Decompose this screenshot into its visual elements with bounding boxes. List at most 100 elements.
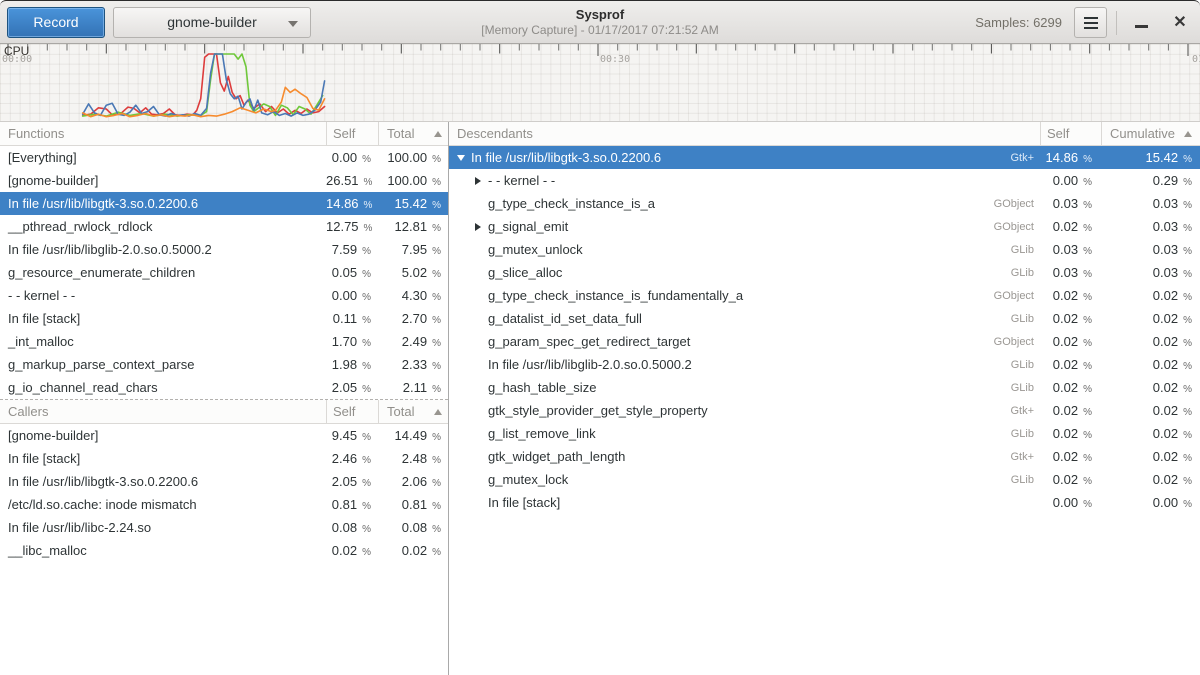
self-value: 0.02 % (1040, 219, 1101, 234)
descendant-name-cell: gtk_widget_path_length Gtk+ (449, 449, 1040, 464)
descendant-name: In file /usr/lib/libglib-2.0.so.0.5000.2 (488, 357, 692, 372)
table-row[interactable]: In file /usr/lib/libglib-2.0.so.0.5000.2… (449, 353, 1200, 376)
table-row[interactable]: In file [stack]0.11 %2.70 % (0, 307, 448, 330)
table-row[interactable]: [gnome-builder]9.45 %14.49 % (0, 424, 448, 447)
sort-arrow-icon (1184, 131, 1192, 137)
self-value: 0.03 % (1040, 265, 1101, 280)
function-name-cell: [Everything] (0, 150, 326, 165)
descendants-table: In file /usr/lib/libgtk-3.so.0.2200.6 Gtk… (449, 146, 1200, 514)
self-column-header[interactable]: Self (1040, 122, 1101, 145)
minimize-button[interactable] (1130, 11, 1154, 35)
function-name-cell: In file [stack] (0, 451, 326, 466)
descendant-name-cell: gtk_style_provider_get_style_propertyGtk… (449, 403, 1040, 418)
target-process-label: gnome-builder (167, 14, 257, 30)
table-row[interactable]: In file /usr/lib/libgtk-3.so.0.2200.6 Gtk… (449, 146, 1200, 169)
descendant-name: In file [stack] (488, 495, 560, 510)
table-row[interactable]: - - kernel - -0.00 %0.29 % (449, 169, 1200, 192)
descendant-name-cell: g_signal_emitGObject (449, 219, 1040, 234)
chevron-down-icon (288, 21, 298, 27)
table-row[interactable]: g_resource_enumerate_children0.05 %5.02 … (0, 261, 448, 284)
table-row[interactable]: _int_malloc1.70 %2.49 % (0, 330, 448, 353)
table-row[interactable]: g_signal_emitGObject0.02 %0.03 % (449, 215, 1200, 238)
library-tag: GLib (1011, 359, 1040, 371)
total-value: 0.08 % (378, 520, 448, 535)
cumulative-value: 0.02 % (1101, 380, 1200, 395)
function-name-cell: g_io_channel_read_chars (0, 380, 326, 395)
table-row[interactable]: /etc/ld.so.cache: inode mismatch0.81 %0.… (0, 493, 448, 516)
table-row[interactable]: gtk_widget_path_lengthGtk+0.02 %0.02 % (449, 445, 1200, 468)
table-row[interactable]: g_param_spec_get_redirect_targetGObject0… (449, 330, 1200, 353)
total-column-header[interactable]: Total (378, 122, 448, 145)
table-row[interactable]: g_io_channel_read_chars2.05 %2.11 % (0, 376, 448, 399)
self-value: 2.05 % (326, 474, 378, 489)
cumulative-value: 0.03 % (1101, 242, 1200, 257)
self-value: 0.02 % (1040, 449, 1101, 464)
table-row[interactable]: In file [stack]2.46 %2.48 % (0, 447, 448, 470)
table-row[interactable]: [Everything]0.00 %100.00 % (0, 146, 448, 169)
total-value: 5.02 % (378, 265, 448, 280)
function-name-cell: g_resource_enumerate_children (0, 265, 326, 280)
table-row[interactable]: g_markup_parse_context_parse1.98 %2.33 % (0, 353, 448, 376)
expander-icon[interactable] (455, 151, 468, 164)
expander-icon[interactable] (472, 174, 485, 187)
cumulative-value: 0.03 % (1101, 196, 1200, 211)
library-tag: Gtk+ (1010, 152, 1040, 164)
descendants-column-header[interactable]: Descendants (449, 122, 1040, 145)
table-row[interactable]: g_hash_table_sizeGLib0.02 %0.02 % (449, 376, 1200, 399)
record-button[interactable]: Record (7, 7, 105, 38)
function-name-cell: [gnome-builder] (0, 173, 326, 188)
table-row[interactable]: g_mutex_lockGLib0.02 %0.02 % (449, 468, 1200, 491)
menu-button[interactable] (1074, 7, 1107, 38)
table-row[interactable]: g_mutex_unlockGLib0.03 %0.03 % (449, 238, 1200, 261)
total-value: 0.81 % (378, 497, 448, 512)
self-value: 14.86 % (326, 196, 378, 211)
descendant-name: g_hash_table_size (488, 380, 596, 395)
library-tag: GLib (1011, 428, 1040, 440)
cumulative-column-header[interactable]: Cumulative (1101, 122, 1200, 145)
self-value: 0.02 % (1040, 357, 1101, 372)
table-row[interactable]: __libc_malloc0.02 %0.02 % (0, 539, 448, 562)
functions-column-header[interactable]: Functions (0, 122, 326, 145)
table-row[interactable]: gtk_style_provider_get_style_propertyGtk… (449, 399, 1200, 422)
callers-column-header[interactable]: Callers (0, 400, 326, 423)
left-pane: Functions Self Total [Everything]0.00 %1… (0, 122, 448, 675)
expander-icon (472, 496, 485, 509)
table-row[interactable]: g_type_check_instance_is_fundamentally_a… (449, 284, 1200, 307)
table-row[interactable]: In file /usr/lib/libglib-2.0.so.0.5000.2… (0, 238, 448, 261)
cumulative-value: 0.02 % (1101, 426, 1200, 441)
function-name-cell: /etc/ld.so.cache: inode mismatch (0, 497, 326, 512)
self-column-header[interactable]: Self (326, 400, 378, 423)
library-tag: Gtk+ (1010, 405, 1040, 417)
sort-arrow-icon (434, 131, 442, 137)
table-row[interactable]: In file /usr/lib/libgtk-3.so.0.2200.62.0… (0, 470, 448, 493)
descendant-name: In file /usr/lib/libgtk-3.so.0.2200.6 (471, 150, 661, 165)
cpu-graph[interactable]: CPU 00:00 00:30 01:00 (0, 44, 1200, 122)
self-value: 0.08 % (326, 520, 378, 535)
table-row[interactable]: __pthread_rwlock_rdlock12.75 %12.81 % (0, 215, 448, 238)
table-row[interactable]: g_list_remove_linkGLib0.02 %0.02 % (449, 422, 1200, 445)
self-value: 0.02 % (1040, 380, 1101, 395)
table-row[interactable]: g_type_check_instance_is_aGObject0.03 %0… (449, 192, 1200, 215)
target-process-dropdown[interactable]: gnome-builder (113, 7, 311, 38)
close-button[interactable]: ✕ (1168, 11, 1192, 35)
cumulative-value: 0.02 % (1101, 334, 1200, 349)
table-row[interactable]: g_slice_allocGLib0.03 %0.03 % (449, 261, 1200, 284)
expander-icon[interactable] (472, 220, 485, 233)
table-row[interactable]: In file /usr/lib/libgtk-3.so.0.2200.614.… (0, 192, 448, 215)
descendant-name: g_type_check_instance_is_fundamentally_a (488, 288, 743, 303)
table-row[interactable]: [gnome-builder]26.51 %100.00 % (0, 169, 448, 192)
self-value: 0.00 % (326, 150, 378, 165)
table-row[interactable]: - - kernel - -0.00 %4.30 % (0, 284, 448, 307)
sort-arrow-icon (434, 409, 442, 415)
self-value: 9.45 % (326, 428, 378, 443)
table-row[interactable]: In file [stack]0.00 %0.00 % (449, 491, 1200, 514)
table-row[interactable]: g_datalist_id_set_data_fullGLib0.02 %0.0… (449, 307, 1200, 330)
function-name-cell: __pthread_rwlock_rdlock (0, 219, 326, 234)
descendant-name: gtk_widget_path_length (488, 449, 625, 464)
library-tag: GObject (994, 290, 1040, 302)
library-tag: Gtk+ (1010, 451, 1040, 463)
table-row[interactable]: In file /usr/lib/libc-2.24.so0.08 %0.08 … (0, 516, 448, 539)
total-column-header[interactable]: Total (378, 400, 448, 423)
self-column-header[interactable]: Self (326, 122, 378, 145)
samples-count: Samples: 6299 (975, 15, 1062, 30)
